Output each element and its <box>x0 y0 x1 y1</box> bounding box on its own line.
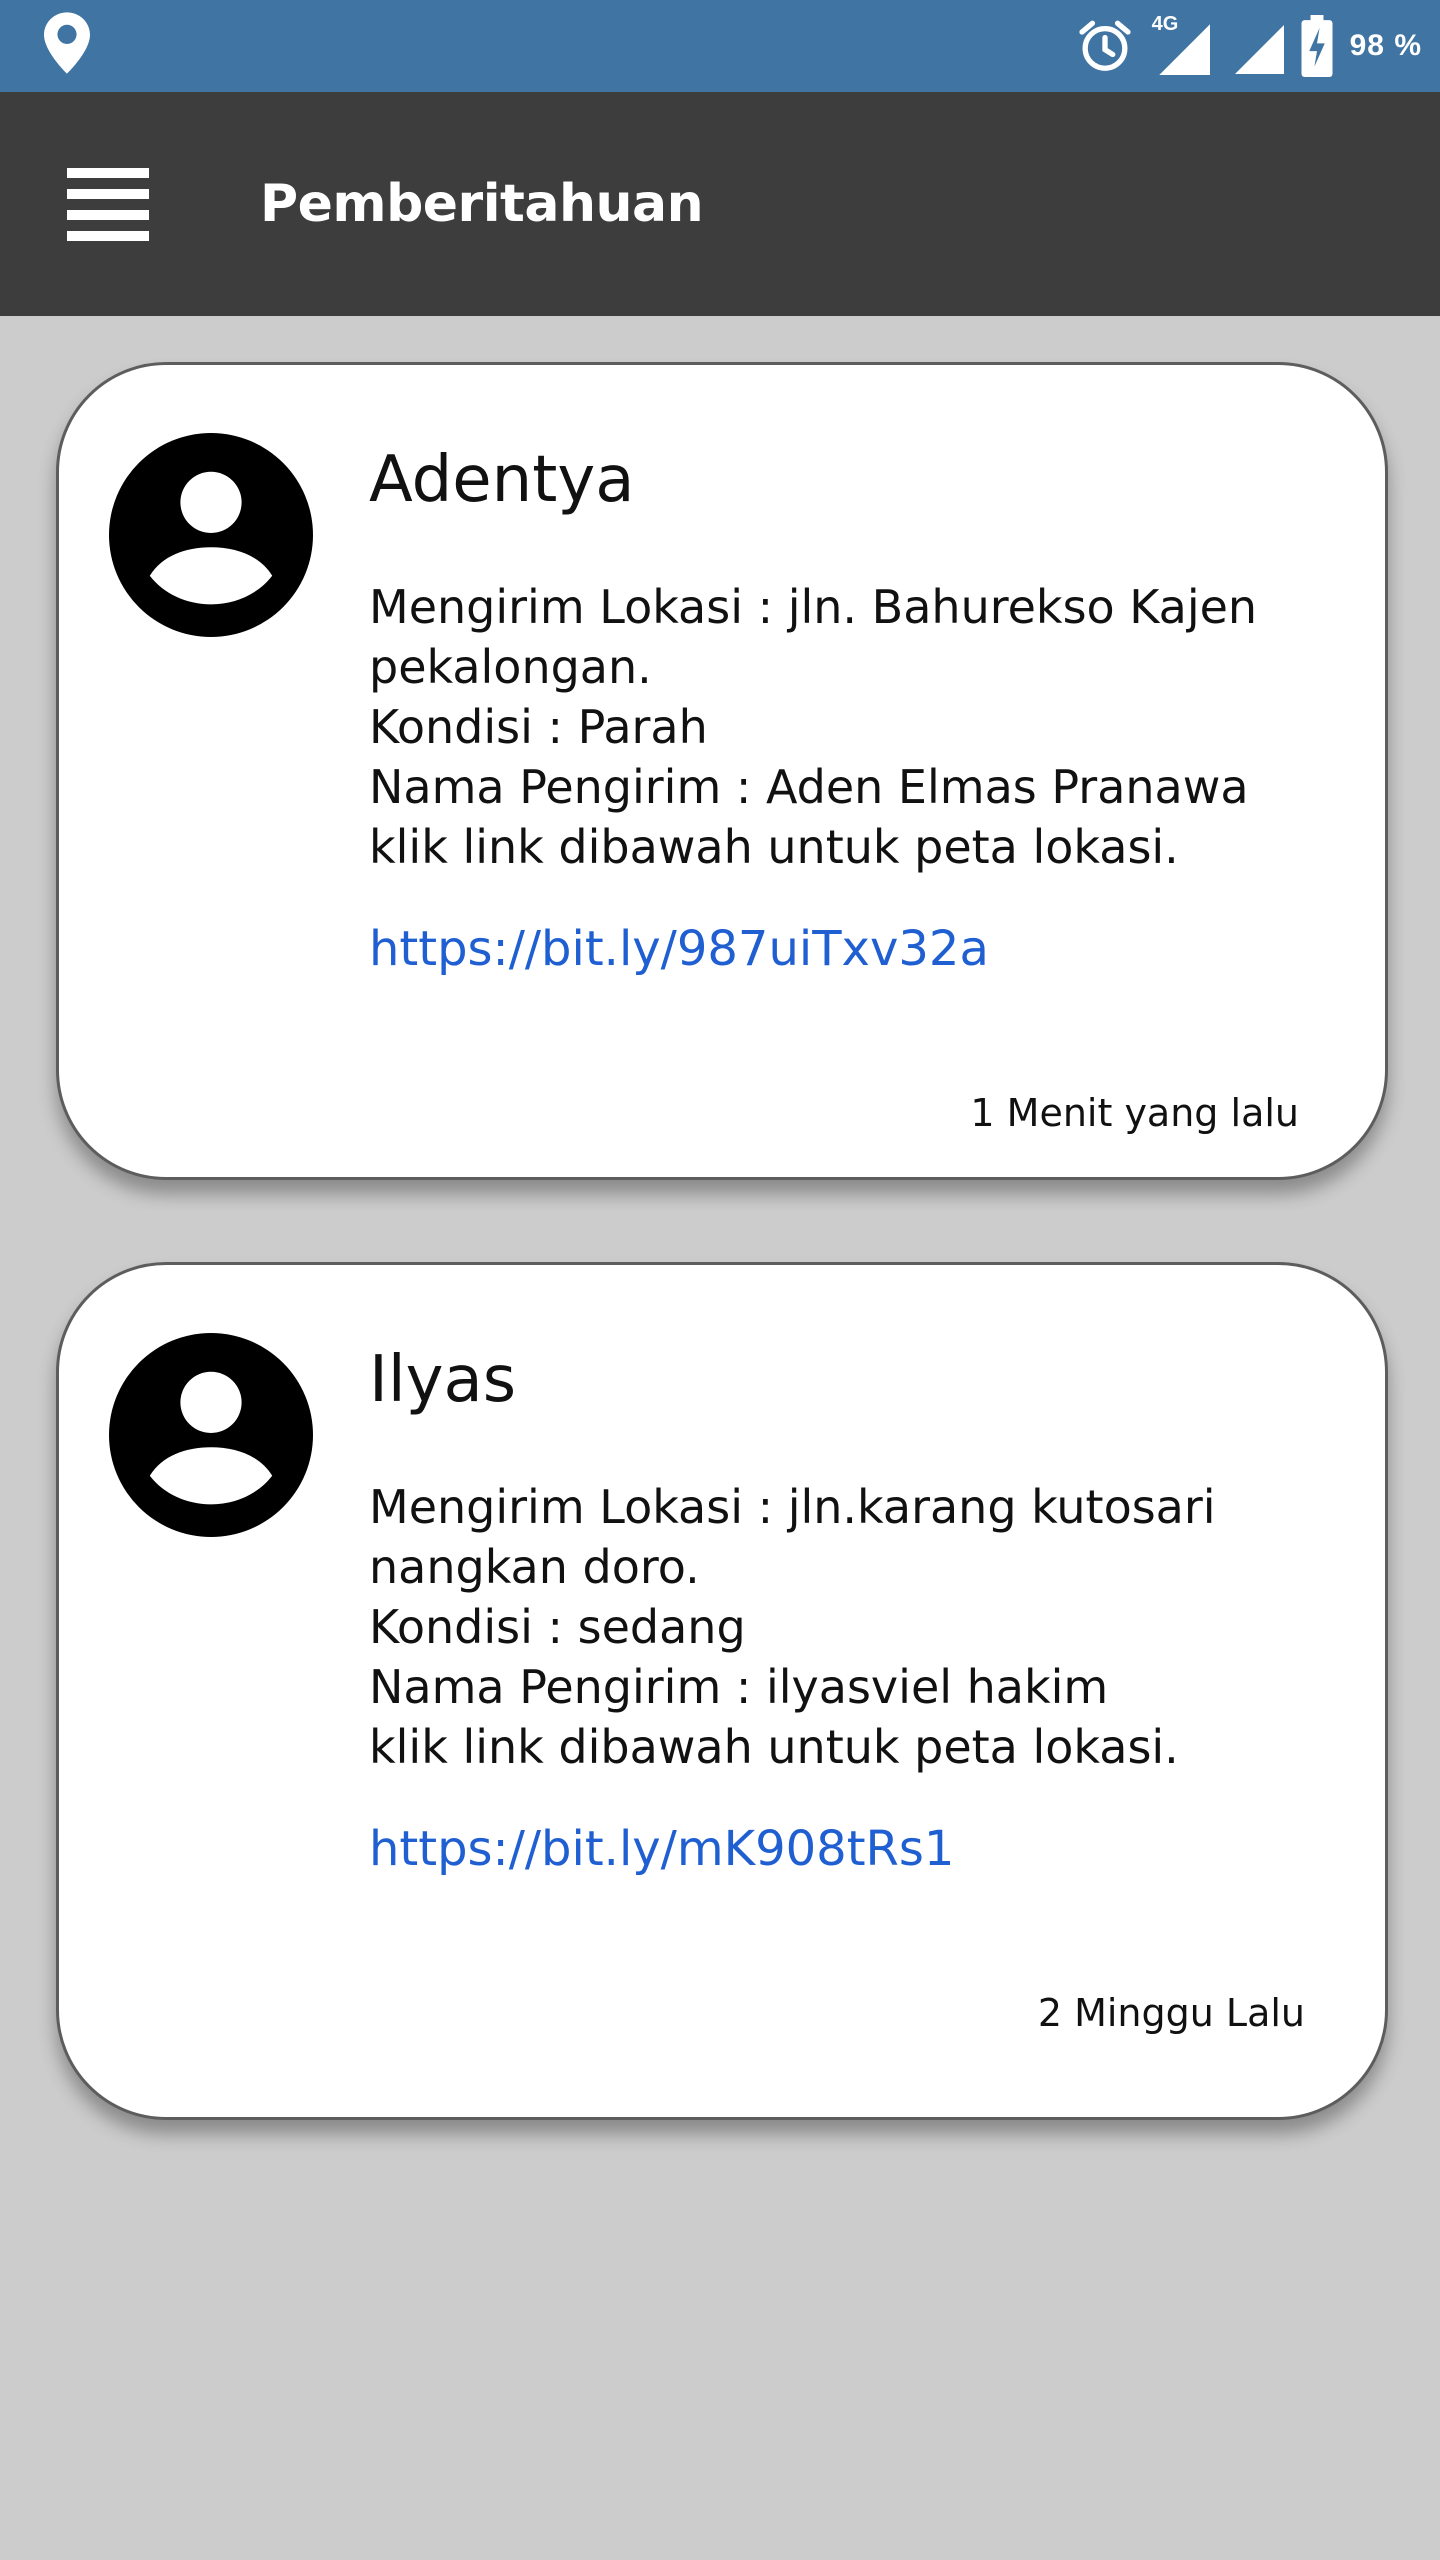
account-circle-icon <box>109 1333 313 1537</box>
message-line: Kondisi : sedang <box>369 1600 746 1654</box>
status-bar: 4G 98 % <box>0 0 1440 92</box>
message-body: Mengirim Lokasi : jln.karang kutosari na… <box>369 1477 1329 1777</box>
status-icons: 4G 98 % <box>1076 13 1422 78</box>
hamburger-menu-icon <box>67 167 149 241</box>
signal-4g-icon: 4G <box>1150 13 1212 75</box>
page-title: Pemberitahuan <box>260 174 704 234</box>
message-line: Nama Pengirim : Aden Elmas Pranawa <box>369 760 1249 814</box>
sender-name: Ilyas <box>369 1343 517 1417</box>
notification-card[interactable]: Ilyas Mengirim Lokasi : jln.karang kutos… <box>56 1262 1388 2120</box>
map-link[interactable]: https://bit.ly/987uiTxv32a <box>369 921 989 977</box>
app-bar: Pemberitahuan <box>0 92 1440 316</box>
notification-card[interactable]: Adentya Mengirim Lokasi : jln. Bahurekso… <box>56 362 1388 1180</box>
message-line: nangkan doro. <box>369 1540 700 1594</box>
message-line: Nama Pengirim : ilyasviel hakim <box>369 1660 1109 1714</box>
signal-icon <box>1234 25 1284 74</box>
location-icon <box>44 12 90 74</box>
message-line: Kondisi : Parah <box>369 700 708 754</box>
account-circle-icon <box>109 433 313 637</box>
timestamp: 2 Minggu Lalu <box>1037 1991 1305 2035</box>
message-line: Mengirim Lokasi : jln. Bahurekso Kajen <box>369 580 1258 634</box>
battery-charging-icon <box>1301 15 1333 77</box>
map-link[interactable]: https://bit.ly/mK908tRs1 <box>369 1821 954 1877</box>
message-line: Mengirim Lokasi : jln.karang kutosari <box>369 1480 1216 1534</box>
menu-button[interactable] <box>50 146 166 262</box>
message-line: klik link dibawah untuk peta lokasi. <box>369 1720 1179 1774</box>
message-line: klik link dibawah untuk peta lokasi. <box>369 820 1179 874</box>
timestamp: 1 Menit yang lalu <box>970 1091 1299 1135</box>
message-body: Mengirim Lokasi : jln. Bahurekso Kajen p… <box>369 577 1329 877</box>
battery-percentage: 98 % <box>1349 29 1422 62</box>
message-line: pekalongan. <box>369 640 652 694</box>
sender-name: Adentya <box>369 443 635 517</box>
alarm-icon <box>1078 20 1131 71</box>
